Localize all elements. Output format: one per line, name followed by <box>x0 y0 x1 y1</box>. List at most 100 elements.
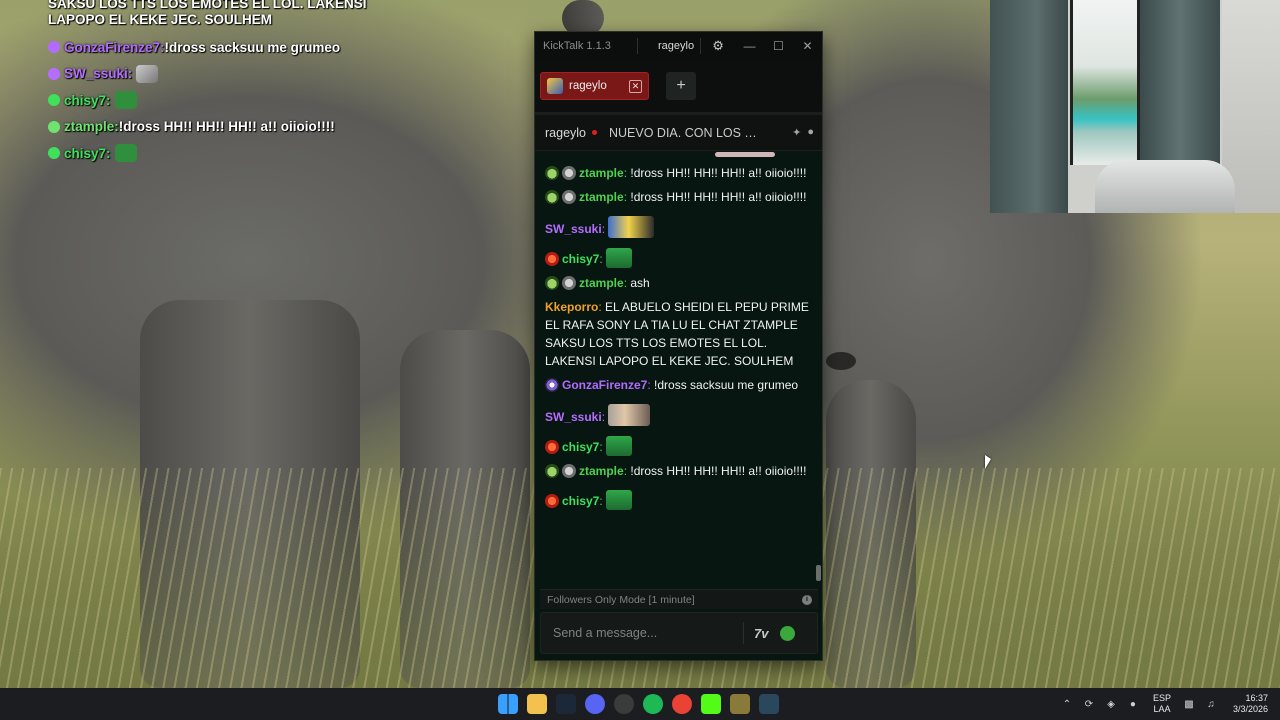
language-indicator[interactable]: ESP LAA <box>1153 693 1171 715</box>
cut-emote <box>715 152 775 157</box>
close-icon[interactable]: ✕ <box>793 32 822 60</box>
chat-message[interactable]: ztample: !dross HH!! HH!! HH!! a!! oiioi… <box>545 164 817 182</box>
network-icon[interactable]: ▩ <box>1183 698 1195 710</box>
bot-badge-icon <box>545 166 559 180</box>
settings-gear-icon[interactable]: ⚙ <box>707 35 729 57</box>
bot-badge-icon <box>545 276 559 290</box>
clock-time: 16:37 <box>1245 693 1268 703</box>
user-icon[interactable]: ● <box>807 126 814 139</box>
chat-username[interactable]: SW_ssuki <box>545 410 602 424</box>
chat-message[interactable]: ztample: ash <box>545 274 817 292</box>
tabs-bar: rageylo ✕ + <box>535 60 822 115</box>
chrome-icon[interactable] <box>672 694 692 714</box>
chat-separator: : <box>599 252 603 266</box>
spotify-icon[interactable] <box>643 694 663 714</box>
chat-emote[interactable] <box>608 404 651 426</box>
7tv-emote-icon[interactable]: 7v <box>754 626 768 641</box>
chat-message[interactable]: ztample: !dross HH!! HH!! HH!! a!! oiioi… <box>545 188 817 206</box>
overlay-line: chisy7: <box>48 87 388 114</box>
overlay-username: chisy7 <box>64 145 107 161</box>
chat-username[interactable]: ztample <box>579 464 624 478</box>
shield-icon[interactable]: ◈ <box>1105 698 1117 710</box>
overlay-chat: SAKSU LOS TTS LOS EMOTES EL LOL. LAKENSI… <box>48 0 388 167</box>
gray-badge-icon <box>562 276 576 290</box>
message-input[interactable] <box>541 626 731 640</box>
tab-close-icon[interactable]: ✕ <box>629 79 642 93</box>
chat-username[interactable]: ztample <box>579 190 624 204</box>
overlay-emote <box>136 64 159 83</box>
overlay-line: GonzaFirenze7: !dross sacksuu me grumeo <box>48 34 388 61</box>
minimize-icon[interactable]: — <box>735 32 764 60</box>
chat-messages[interactable]: ztample: !dross HH!! HH!! HH!! a!! oiioi… <box>535 152 817 584</box>
kick-icon[interactable] <box>701 694 721 714</box>
system-tray: ⌃ ⟳ ◈ ● ESP LAA ▩ ♫ 16:37 3/3/2026 <box>1061 688 1280 720</box>
discord-icon[interactable] <box>585 694 605 714</box>
divider <box>743 622 744 644</box>
overlay-line: ztample: !dross HH!! HH!! HH!! a!! oiioi… <box>48 114 388 141</box>
chat-emote[interactable] <box>606 248 633 268</box>
microphone-icon[interactable]: ● <box>1127 698 1139 710</box>
scrollbar-thumb[interactable] <box>816 565 821 581</box>
chat-username[interactable]: ztample <box>579 166 624 180</box>
channel-header: rageylo NUEVO DIA. CON LOS TI... ✦ ● <box>535 115 822 151</box>
chat-username[interactable]: chisy7 <box>562 252 599 266</box>
chat-username[interactable]: ztample <box>579 276 624 290</box>
maximize-icon[interactable]: ☐ <box>764 32 793 60</box>
chat-message[interactable]: SW_ssuki: <box>545 216 817 238</box>
info-icon[interactable]: i <box>802 595 812 605</box>
chat-message[interactable]: SW_ssuki: <box>545 404 817 426</box>
overlay-badge-icon <box>48 120 60 133</box>
app-title: KickTalk 1.1.3 <box>543 40 611 52</box>
chat-text: !dross HH!! HH!! HH!! a!! oiioio!!!! <box>627 190 807 204</box>
channel-name[interactable]: rageylo <box>545 126 586 140</box>
game-icon[interactable] <box>730 694 750 714</box>
chat-username[interactable]: chisy7 <box>562 494 599 508</box>
overlay-line: chisy7: <box>48 140 388 167</box>
chat-message[interactable]: GonzaFirenze7: !dross sacksuu me grumeo <box>545 376 817 394</box>
chat-emote[interactable] <box>608 216 655 238</box>
file-explorer-icon[interactable] <box>527 694 547 714</box>
chat-username[interactable]: Kkeporro <box>545 300 598 314</box>
stream-title: NUEVO DIA. CON LOS TI... <box>609 125 761 140</box>
kick-emote-icon[interactable] <box>780 625 796 641</box>
overlay-username: chisy7 <box>64 92 107 108</box>
taskbar-apps <box>498 694 779 714</box>
chat-message[interactable]: Kkeporro: EL ABUELO SHEIDI EL PEPU PRIME… <box>545 298 817 370</box>
chat-message[interactable]: chisy7: <box>545 436 817 456</box>
divider <box>637 38 638 54</box>
chat-username[interactable]: chisy7 <box>562 440 599 454</box>
chevron-up-icon[interactable]: ⌃ <box>1061 698 1073 710</box>
mouse-cursor-icon <box>985 455 991 469</box>
chat-username[interactable]: GonzaFirenze7 <box>562 378 647 392</box>
volume-icon[interactable]: ♫ <box>1205 698 1217 710</box>
lang-top: ESP <box>1152 693 1171 703</box>
chat-separator: : <box>601 410 606 424</box>
clock[interactable]: 16:37 3/3/2026 <box>1233 693 1268 715</box>
overlay-badge-icon <box>48 41 60 54</box>
tab-rageylo[interactable]: rageylo ✕ <box>540 72 649 100</box>
sync-icon[interactable]: ⟳ <box>1083 698 1095 710</box>
chat-message[interactable]: chisy7: <box>545 248 817 268</box>
overlay-line: SW_ssuki: <box>48 61 388 88</box>
window-controls: — ☐ ✕ <box>735 32 822 60</box>
chair <box>1095 160 1235 213</box>
overlay-separator: : <box>106 145 111 161</box>
title-bar[interactable]: KickTalk 1.1.3 rageylo ⚙ — ☐ ✕ <box>535 32 822 60</box>
chat-separator: : <box>599 494 603 508</box>
current-user[interactable]: rageylo <box>658 40 694 52</box>
windows-start-icon[interactable] <box>498 694 518 714</box>
steam-icon[interactable] <box>556 694 576 714</box>
add-tab-button[interactable]: + <box>666 72 696 100</box>
overlay-text: !dross sacksuu me grumeo <box>164 39 341 55</box>
overlay-text: SAKSU LOS TTS LOS EMOTES EL LOL. LAKENSI… <box>48 0 367 27</box>
chat-emote[interactable] <box>606 436 633 456</box>
chat-emote[interactable] <box>606 490 633 510</box>
chat-username[interactable]: SW_ssuki <box>545 222 602 236</box>
chat-message[interactable]: chisy7: <box>545 490 817 510</box>
obs-icon[interactable] <box>614 694 634 714</box>
pin-icon[interactable]: ✦ <box>792 126 801 139</box>
steam-icon-2[interactable] <box>759 694 779 714</box>
chat-message[interactable]: ztample: !dross HH!! HH!! HH!! a!! oiioi… <box>545 462 817 480</box>
clock-date: 3/3/2026 <box>1232 704 1268 714</box>
overlay-badge-icon <box>48 94 60 107</box>
